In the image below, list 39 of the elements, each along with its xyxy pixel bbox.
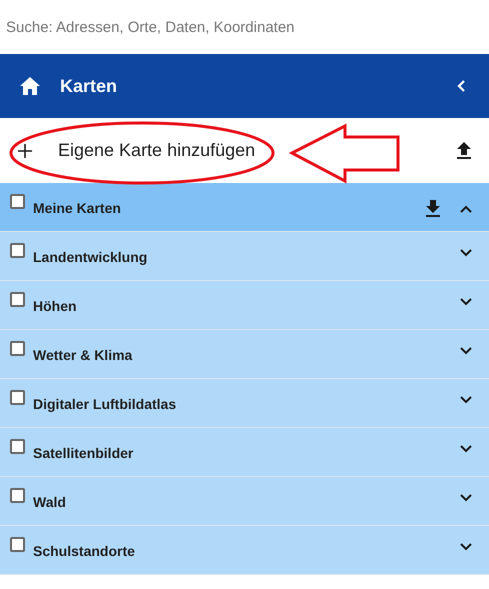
chevron-left-icon[interactable] — [457, 80, 465, 92]
checkbox[interactable] — [10, 194, 25, 209]
layer-group-label: Wetter & Klima — [33, 346, 132, 364]
checkbox[interactable] — [10, 488, 25, 503]
layer-group-row[interactable]: Digitaler Luftbildatlas — [0, 379, 489, 428]
checkbox[interactable] — [10, 243, 25, 258]
download-icon[interactable] — [426, 200, 440, 217]
layer-group-label: Digitaler Luftbildatlas — [33, 395, 176, 413]
checkbox[interactable] — [10, 341, 25, 356]
layer-group-label: Schulstandorte — [33, 542, 135, 560]
layer-group-row[interactable]: Wald — [0, 477, 489, 526]
layer-group-row[interactable]: Schulstandorte — [0, 526, 489, 575]
layer-group-row[interactable]: Landentwicklung — [0, 232, 489, 281]
layer-group-label: Wald — [33, 493, 66, 511]
chevron-up-icon[interactable] — [460, 204, 472, 212]
layer-group-row[interactable]: Wetter & Klima — [0, 330, 489, 379]
layer-group-label: Höhen — [33, 297, 77, 315]
checkbox[interactable] — [10, 292, 25, 307]
layer-group-row[interactable]: Höhen — [0, 281, 489, 330]
chevron-down-icon[interactable] — [460, 543, 472, 551]
plus-icon[interactable] — [18, 144, 32, 158]
panel-title: Karten — [60, 74, 118, 98]
layer-group-label: Meine Karten — [33, 199, 121, 217]
chevron-down-icon[interactable] — [460, 445, 472, 453]
chevron-down-icon[interactable] — [460, 347, 472, 355]
home-icon[interactable] — [20, 77, 40, 95]
search-field[interactable]: Suche: Adressen, Orte, Daten, Koordinaten — [6, 12, 483, 42]
chevron-down-icon[interactable] — [460, 494, 472, 502]
layer-group-label: Satellitenbilder — [33, 444, 134, 462]
checkbox[interactable] — [10, 537, 25, 552]
upload-icon[interactable] — [457, 142, 471, 159]
layer-group-row[interactable]: Satellitenbilder — [0, 428, 489, 477]
chevron-down-icon[interactable] — [460, 249, 472, 257]
checkbox[interactable] — [10, 439, 25, 454]
chevron-down-icon[interactable] — [460, 396, 472, 404]
chevron-down-icon[interactable] — [460, 298, 472, 306]
checkbox[interactable] — [10, 390, 25, 405]
layer-group-label: Landentwicklung — [33, 248, 148, 266]
layer-group-row[interactable]: Meine Karten — [0, 183, 489, 232]
